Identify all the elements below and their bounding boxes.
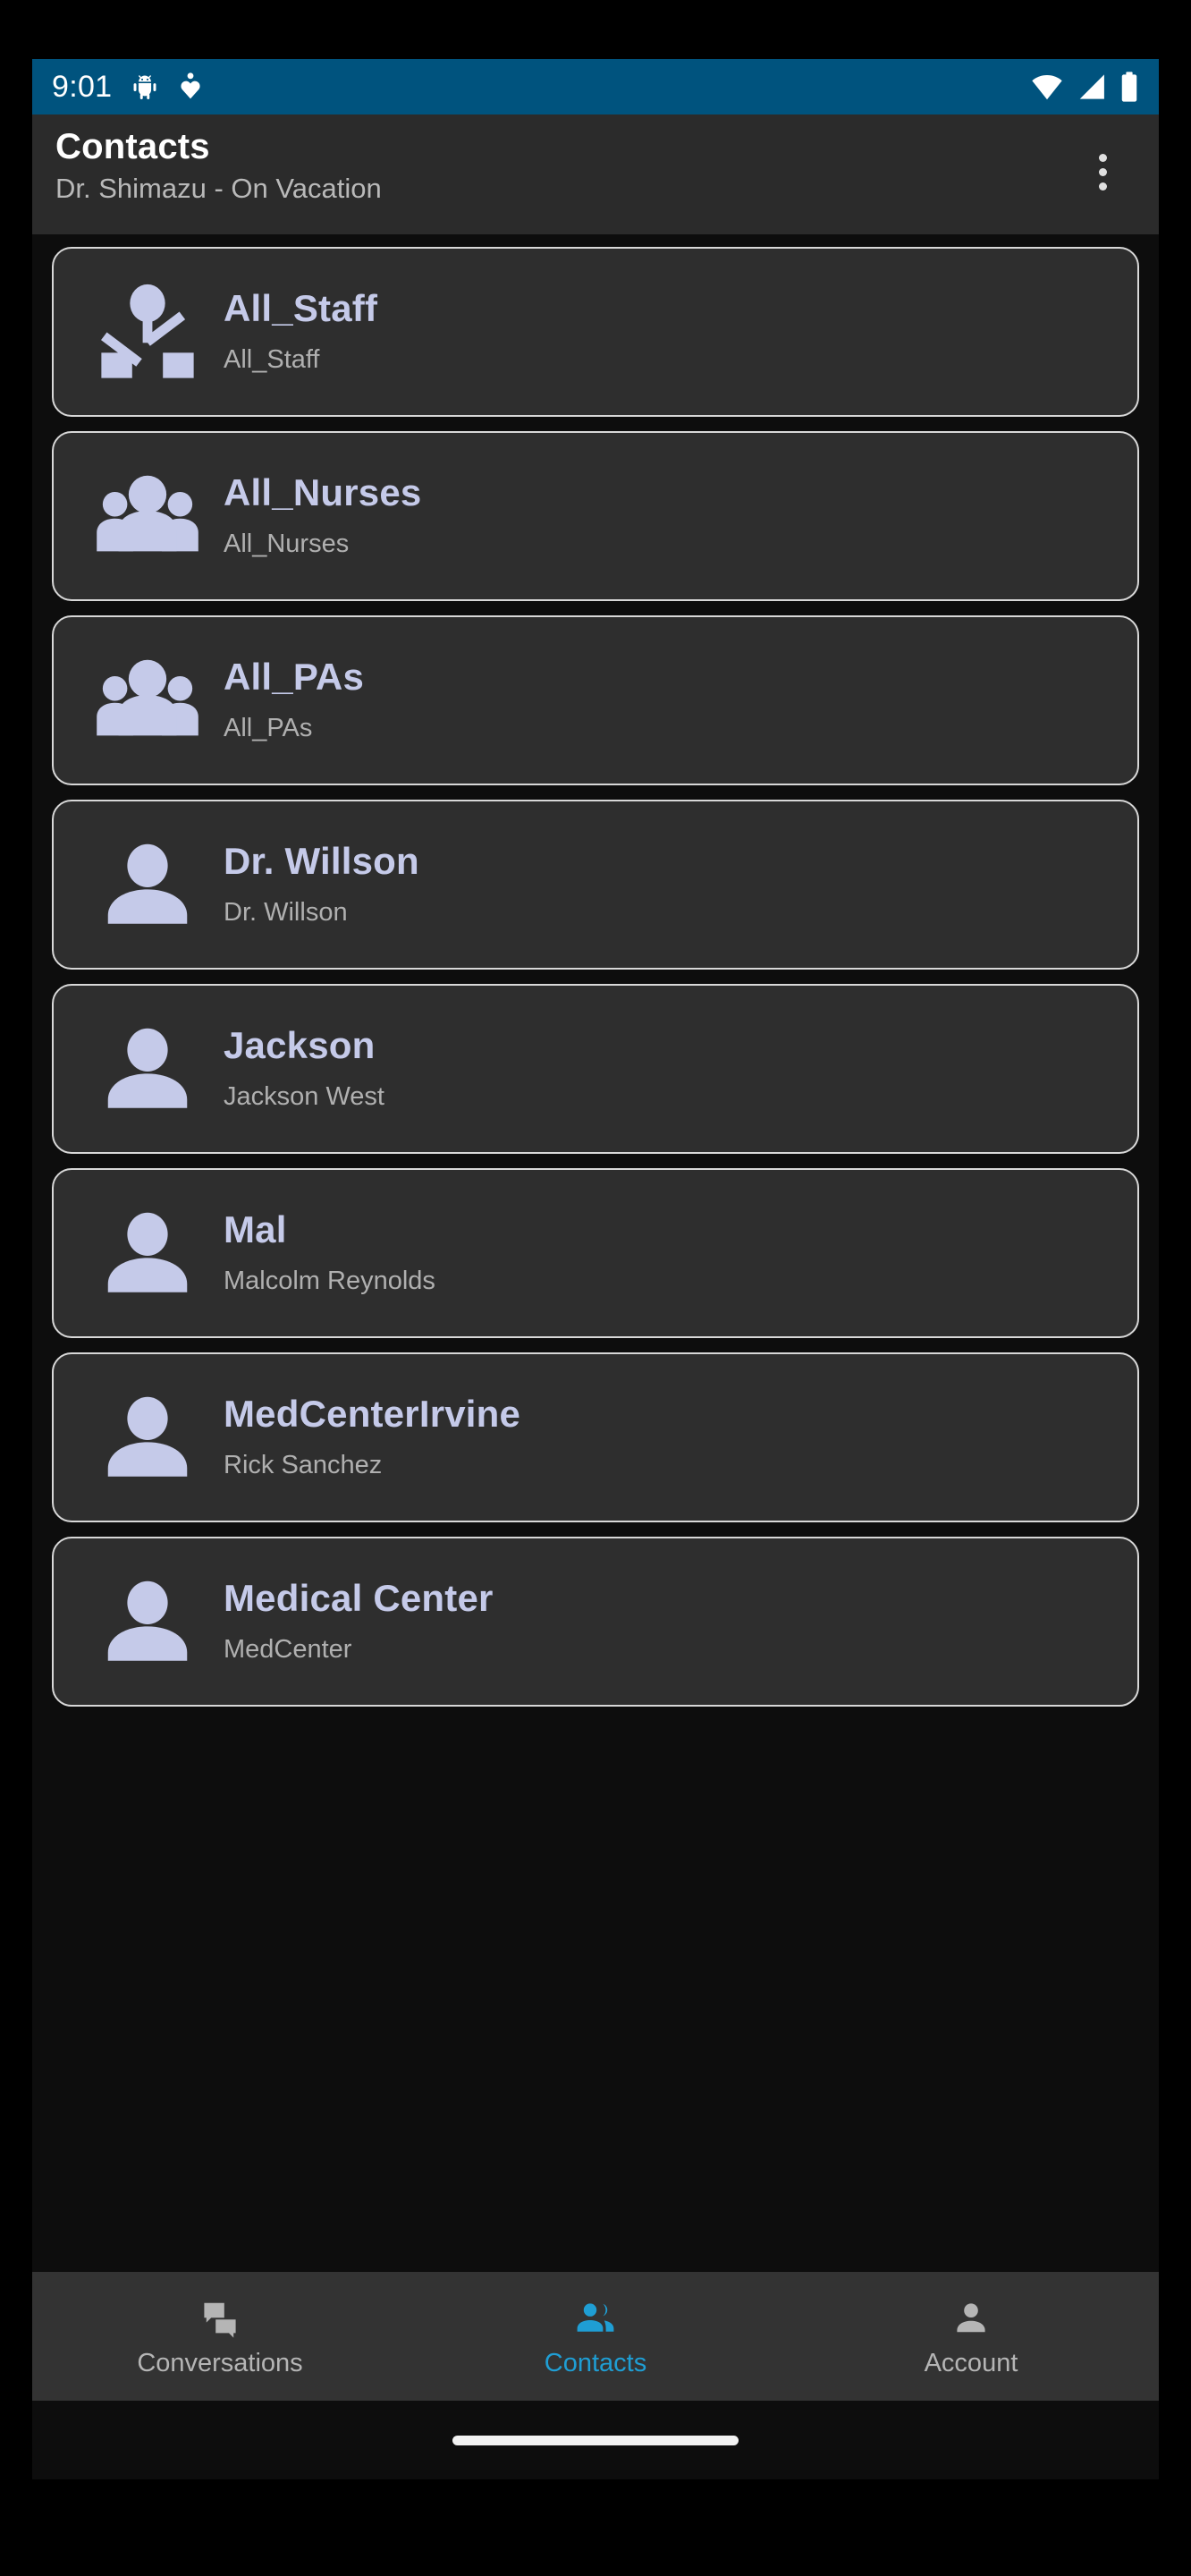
people-icon xyxy=(577,2302,614,2332)
page-title: Contacts xyxy=(55,127,210,166)
overflow-dot xyxy=(1098,167,1107,176)
nav-tab-account[interactable]: Account xyxy=(783,2272,1159,2401)
bottom-navigation-bar: Conversations Contacts Account xyxy=(32,2272,1159,2401)
nav-tab-label: Conversations xyxy=(137,2348,303,2377)
contact-detail: All_Staff xyxy=(224,344,320,374)
contact-text-block: MedCenterIrvine Rick Sanchez xyxy=(215,1393,1111,1483)
app-bar-text-block: Contacts Dr. Shimazu - On Vacation xyxy=(55,127,1069,206)
contact-name: MedCenterIrvine xyxy=(224,1392,521,1435)
overflow-menu-icon[interactable] xyxy=(1069,134,1136,209)
app-bar: Contacts Dr. Shimazu - On Vacation xyxy=(32,114,1159,234)
contact-avatar xyxy=(80,832,215,937)
contact-name: Mal xyxy=(224,1208,287,1250)
contact-detail: Malcolm Reynolds xyxy=(224,1266,435,1295)
contact-name: All_PAs xyxy=(224,655,365,698)
nav-tab-contacts[interactable]: Contacts xyxy=(408,2272,783,2401)
contact-name: All_Staff xyxy=(224,286,378,329)
person-icon xyxy=(107,1028,188,1108)
contact-name: Jackson xyxy=(224,1023,376,1066)
contact-name: Medical Center xyxy=(224,1576,494,1619)
contact-avatar xyxy=(80,648,215,753)
nav-tab-label: Contacts xyxy=(544,2348,647,2377)
page-subtitle: Dr. Shimazu - On Vacation xyxy=(55,172,382,204)
person-icon xyxy=(107,1396,188,1477)
wifi-icon xyxy=(1032,75,1062,100)
status-bar-left: 9:01 xyxy=(52,72,203,102)
contact-text-block: All_Staff All_Staff xyxy=(215,287,1111,377)
group-icon xyxy=(97,475,198,552)
person-icon xyxy=(107,843,188,924)
contact-card[interactable]: All_Staff All_Staff xyxy=(52,247,1139,417)
contact-detail: Dr. Willson xyxy=(224,897,348,927)
contact-name: All_Nurses xyxy=(224,470,422,513)
cell-signal-icon xyxy=(1079,74,1104,99)
contact-card[interactable]: All_PAs All_PAs xyxy=(52,615,1139,785)
contact-detail: Rick Sanchez xyxy=(224,1450,383,1479)
group-icon xyxy=(97,659,198,736)
contact-detail: MedCenter xyxy=(224,1634,352,1664)
overflow-dot xyxy=(1098,153,1107,162)
home-indicator[interactable] xyxy=(452,2435,739,2445)
battery-full-icon xyxy=(1121,72,1137,102)
status-clock: 9:01 xyxy=(52,70,113,104)
contact-detail: All_PAs xyxy=(224,713,313,742)
contact-text-block: Dr. Willson Dr. Willson xyxy=(215,840,1111,930)
contact-avatar xyxy=(80,1385,215,1490)
contact-card[interactable]: Medical Center MedCenter xyxy=(52,1537,1139,1707)
contact-text-block: All_Nurses All_Nurses xyxy=(215,471,1111,562)
android-bug-icon xyxy=(133,75,156,100)
contact-avatar xyxy=(80,279,215,385)
status-bar-right xyxy=(1030,71,1139,103)
heart-pin-icon xyxy=(181,72,200,99)
contact-text-block: Medical Center MedCenter xyxy=(215,1577,1111,1667)
contact-text-block: Mal Malcolm Reynolds xyxy=(215,1208,1111,1299)
contact-card[interactable]: MedCenterIrvine Rick Sanchez xyxy=(52,1352,1139,1522)
contact-card[interactable]: Mal Malcolm Reynolds xyxy=(52,1168,1139,1338)
contact-card[interactable]: All_Nurses All_Nurses xyxy=(52,431,1139,601)
nav-tab-conversations[interactable]: Conversations xyxy=(32,2272,408,2401)
status-bar: 9:01 xyxy=(32,59,1159,114)
contact-list[interactable]: All_Staff All_Staff All_Nurses All_Nurses Al… xyxy=(32,234,1159,2317)
contact-detail: Jackson West xyxy=(224,1081,384,1111)
phone-frame: 9:01 Contacts Dr. Shimazu - On Vacation … xyxy=(0,0,1191,2576)
person-icon xyxy=(107,1580,188,1661)
contact-avatar xyxy=(80,1200,215,1306)
contact-text-block: All_PAs All_PAs xyxy=(215,656,1111,746)
contact-avatar xyxy=(80,1016,215,1122)
person-icon xyxy=(107,1212,188,1292)
chat-bubbles-icon xyxy=(204,2302,236,2338)
contact-card[interactable]: Dr. Willson Dr. Willson xyxy=(52,800,1139,970)
contact-avatar xyxy=(80,463,215,569)
nav-tab-label: Account xyxy=(924,2348,1018,2377)
contact-text-block: Jackson Jackson West xyxy=(215,1024,1111,1114)
person-icon xyxy=(957,2302,985,2332)
contact-avatar xyxy=(80,1569,215,1674)
contact-detail: All_Nurses xyxy=(224,529,350,558)
gesture-navigation-bar xyxy=(32,2401,1159,2479)
device-screen: 9:01 Contacts Dr. Shimazu - On Vacation … xyxy=(32,59,1159,2479)
overflow-dot xyxy=(1098,182,1107,191)
contact-card[interactable]: Jackson Jackson West xyxy=(52,984,1139,1154)
contact-name: Dr. Willson xyxy=(224,839,419,882)
org-chart-icon xyxy=(101,284,194,378)
